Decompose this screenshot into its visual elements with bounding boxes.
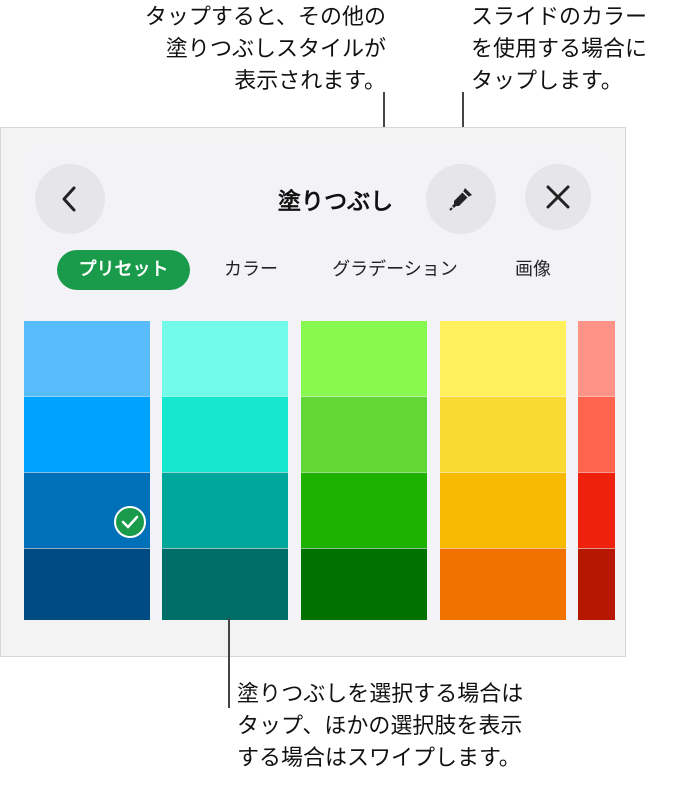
color-swatch[interactable] bbox=[578, 472, 615, 548]
callout-fill-styles: タップすると、その他の 塗りつぶしスタイルが 表示されます。 bbox=[144, 5, 386, 94]
close-button[interactable] bbox=[525, 164, 591, 230]
color-swatch[interactable] bbox=[301, 321, 427, 396]
color-swatch[interactable] bbox=[162, 548, 288, 620]
callout-leader-line bbox=[228, 618, 230, 708]
tab-color[interactable]: カラー bbox=[211, 250, 291, 290]
color-swatch[interactable] bbox=[301, 472, 427, 548]
eyedropper-icon bbox=[449, 188, 472, 211]
swatch-column-teal bbox=[162, 321, 288, 620]
checkmark-icon bbox=[114, 506, 146, 538]
panel-title: 塗りつぶし bbox=[277, 189, 394, 215]
tab-presets[interactable]: プリセット bbox=[57, 250, 190, 290]
swatch-column-yellow bbox=[440, 321, 566, 620]
fill-panel: 塗りつぶし プリセット カラー グラデーション 画像 bbox=[23, 145, 615, 620]
color-swatch[interactable] bbox=[440, 472, 566, 548]
color-swatch[interactable] bbox=[301, 396, 427, 472]
tab-image[interactable]: 画像 bbox=[503, 250, 563, 290]
color-swatch[interactable] bbox=[578, 321, 615, 396]
color-swatch[interactable] bbox=[162, 321, 288, 396]
color-swatch[interactable] bbox=[440, 396, 566, 472]
color-swatch[interactable] bbox=[24, 396, 150, 472]
color-swatch[interactable] bbox=[162, 396, 288, 472]
color-swatch[interactable] bbox=[578, 548, 615, 620]
back-button[interactable] bbox=[35, 164, 105, 234]
color-swatch[interactable] bbox=[162, 472, 288, 548]
color-swatch[interactable] bbox=[24, 321, 150, 396]
color-swatch[interactable] bbox=[301, 548, 427, 620]
color-swatch[interactable] bbox=[440, 548, 566, 620]
callout-swipe: 塗りつぶしを選択する場合は タップ、ほかの選択肢を表示 する場合はスワイプします… bbox=[237, 682, 524, 771]
close-icon bbox=[546, 185, 570, 209]
color-swatch[interactable] bbox=[578, 396, 615, 472]
tab-gradient[interactable]: グラデーション bbox=[315, 250, 475, 290]
color-swatch[interactable] bbox=[440, 321, 566, 396]
color-swatch[interactable] bbox=[24, 548, 150, 620]
callout-slide-color: スライドのカラー を使用する場合に タップします。 bbox=[471, 5, 648, 94]
chevron-left-icon bbox=[62, 186, 76, 212]
swatch-column-green bbox=[301, 321, 427, 620]
swatch-column-blue bbox=[24, 321, 150, 620]
color-swatch[interactable] bbox=[24, 472, 150, 548]
eyedropper-button[interactable] bbox=[426, 164, 496, 234]
swatch-column-red bbox=[578, 321, 615, 620]
